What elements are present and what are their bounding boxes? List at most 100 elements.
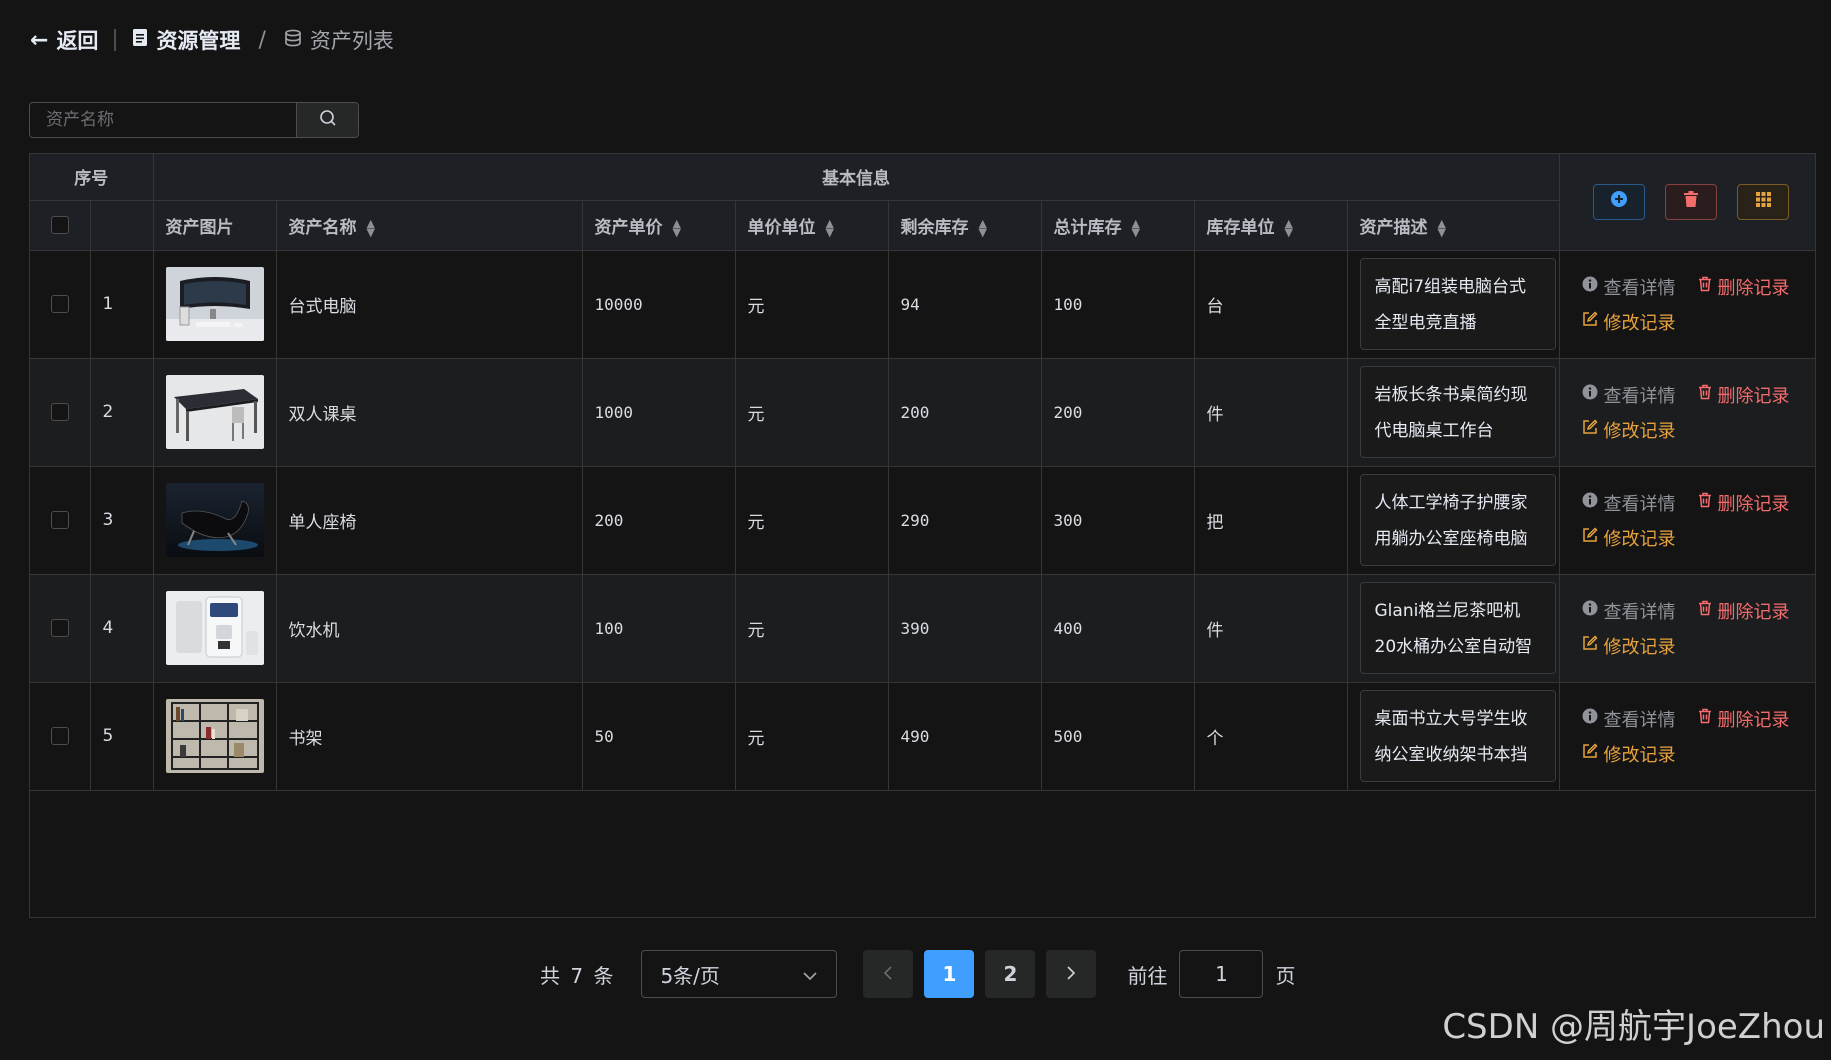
view-details-button[interactable]: 查看详情 — [1582, 598, 1676, 624]
asset-stock-unit: 件 — [1194, 358, 1348, 467]
delete-record-button[interactable]: 删除记录 — [1698, 706, 1790, 732]
sort-icon[interactable]: ▲ ▼ — [1285, 218, 1293, 238]
asset-price-unit: 元 — [735, 466, 889, 575]
search-input[interactable] — [30, 103, 296, 137]
row-checkbox[interactable] — [50, 403, 69, 421]
asset-thumbnail — [165, 375, 264, 449]
asset-description-cell: 岩板长条书桌简约现代电脑桌工作台 — [1347, 358, 1560, 467]
page-2-button[interactable]: 2 — [985, 950, 1036, 998]
asset-description: Glani格兰尼茶吧机20水桶办公室自动智能 — [1359, 582, 1556, 674]
column-settings-button[interactable] — [1737, 183, 1789, 220]
edit-icon — [1582, 419, 1598, 440]
table-row: 1 台式电脑 10000 元 94 100 台 高配i7组装电脑台式全型电竞直播… — [30, 250, 1815, 359]
edit-record-button[interactable]: 修改记录 — [1582, 309, 1676, 335]
delete-record-button[interactable]: 删除记录 — [1698, 598, 1790, 624]
breadcrumb-item-asset-list: 资产列表 — [284, 25, 394, 55]
asset-remaining: 490 — [888, 682, 1042, 791]
sort-icon[interactable]: ▲ ▼ — [673, 218, 681, 238]
row-checkbox[interactable] — [50, 295, 69, 313]
sort-icon[interactable]: ▲ ▼ — [1132, 218, 1140, 238]
asset-description-cell: 桌面书立大号学生收纳公室收纳架书本挡板 — [1347, 682, 1560, 791]
view-details-button[interactable]: 查看详情 — [1582, 382, 1676, 408]
back-button[interactable]: ← 返回 — [30, 25, 98, 55]
column-header-name[interactable]: 资产名称 ▲ ▼ — [276, 200, 583, 251]
view-details-button[interactable]: 查看详情 — [1582, 490, 1676, 516]
edit-record-button[interactable]: 修改记录 — [1582, 417, 1676, 443]
asset-remaining: 200 — [888, 358, 1042, 467]
search-icon — [319, 109, 337, 131]
asset-description: 桌面书立大号学生收纳公室收纳架书本挡板 — [1359, 690, 1556, 782]
row-select-cell — [30, 358, 91, 467]
column-header-remaining[interactable]: 剩余库存 ▲ ▼ — [888, 200, 1042, 251]
row-checkbox[interactable] — [50, 511, 69, 529]
next-page-button[interactable] — [1046, 950, 1097, 998]
asset-name: 双人课桌 — [276, 358, 583, 467]
trash-icon — [1698, 708, 1712, 729]
view-details-button[interactable]: 查看详情 — [1582, 274, 1676, 300]
asset-stock-unit: 个 — [1194, 682, 1348, 791]
page-size-select[interactable]: 5条/页 — [641, 950, 838, 998]
asset-image-cell — [153, 466, 277, 575]
row-checkbox[interactable] — [50, 619, 69, 637]
index-group-header: 序号 — [30, 154, 154, 201]
view-details-label: 查看详情 — [1603, 493, 1676, 515]
row-select-cell — [30, 466, 91, 575]
info-icon — [1582, 492, 1598, 513]
delete-record-label: 删除记录 — [1717, 277, 1790, 299]
sort-icon[interactable]: ▲ ▼ — [826, 218, 834, 238]
info-icon — [1582, 384, 1598, 405]
page-size-value: 5条/页 — [660, 963, 720, 988]
trash-icon — [1683, 190, 1699, 213]
asset-thumbnail — [165, 591, 264, 665]
row-actions: 查看详情 删除记录 修改记录 — [1559, 466, 1815, 575]
trash-icon — [1698, 276, 1712, 297]
column-header-description[interactable]: 资产描述 ▲ ▼ — [1347, 200, 1560, 251]
edit-record-button[interactable]: 修改记录 — [1582, 633, 1676, 659]
table-row: 5 书架 50 元 490 500 个 桌面书立大号学生收纳公室收纳架书本挡板 … — [30, 682, 1815, 791]
edit-record-label: 修改记录 — [1603, 420, 1676, 442]
page-1-button[interactable]: 1 — [924, 950, 975, 998]
asset-total: 100 — [1041, 250, 1195, 359]
search-button[interactable] — [296, 103, 358, 137]
view-details-label: 查看详情 — [1603, 277, 1676, 299]
goto-page-input[interactable]: 1 — [1179, 950, 1264, 998]
breadcrumb-label: 资源管理 — [156, 29, 241, 53]
column-header-stock-unit[interactable]: 库存单位 ▲ ▼ — [1194, 200, 1348, 251]
edit-record-label: 修改记录 — [1603, 312, 1676, 334]
asset-image-cell — [153, 358, 277, 467]
prev-page-button[interactable] — [863, 950, 914, 998]
breadcrumb-item-resource[interactable]: 资源管理 — [132, 25, 240, 55]
asset-thumbnail — [165, 483, 264, 557]
asset-name: 单人座椅 — [276, 466, 583, 575]
column-header-image: 资产图片 — [153, 200, 277, 251]
asset-description: 高配i7组装电脑台式全型电竞直播 — [1359, 258, 1556, 350]
delete-record-button[interactable]: 删除记录 — [1698, 274, 1790, 300]
info-icon — [1582, 708, 1598, 729]
delete-record-button[interactable]: 删除记录 — [1698, 490, 1790, 516]
row-checkbox[interactable] — [50, 727, 69, 745]
add-button[interactable] — [1593, 183, 1645, 220]
sort-icon[interactable]: ▲ ▼ — [367, 218, 375, 238]
edit-record-button[interactable]: 修改记录 — [1582, 741, 1676, 767]
info-icon — [1582, 276, 1598, 297]
edit-record-button[interactable]: 修改记录 — [1582, 525, 1676, 551]
asset-name: 台式电脑 — [276, 250, 583, 359]
batch-delete-button[interactable] — [1665, 183, 1717, 220]
column-header-total[interactable]: 总计库存 ▲ ▼ — [1041, 200, 1195, 251]
row-actions: 查看详情 删除记录 修改记录 — [1559, 682, 1815, 791]
view-details-button[interactable]: 查看详情 — [1582, 706, 1676, 732]
edit-icon — [1582, 527, 1598, 548]
column-header-price[interactable]: 资产单价 ▲ ▼ — [582, 200, 736, 251]
sort-icon[interactable]: ▲ ▼ — [1438, 218, 1446, 238]
search-group — [29, 102, 359, 138]
delete-record-button[interactable]: 删除记录 — [1698, 382, 1790, 408]
asset-image-cell — [153, 574, 277, 683]
watermark: CSDN @周航宇JoeZhou — [1442, 1007, 1825, 1047]
database-icon — [284, 28, 302, 52]
asset-price-unit: 元 — [735, 682, 889, 791]
column-header-price-unit[interactable]: 单价单位 ▲ ▼ — [735, 200, 889, 251]
sort-icon[interactable]: ▲ ▼ — [979, 218, 987, 238]
select-all-checkbox[interactable] — [50, 216, 69, 234]
back-label: 返回 — [56, 29, 99, 53]
asset-total: 300 — [1041, 466, 1195, 575]
